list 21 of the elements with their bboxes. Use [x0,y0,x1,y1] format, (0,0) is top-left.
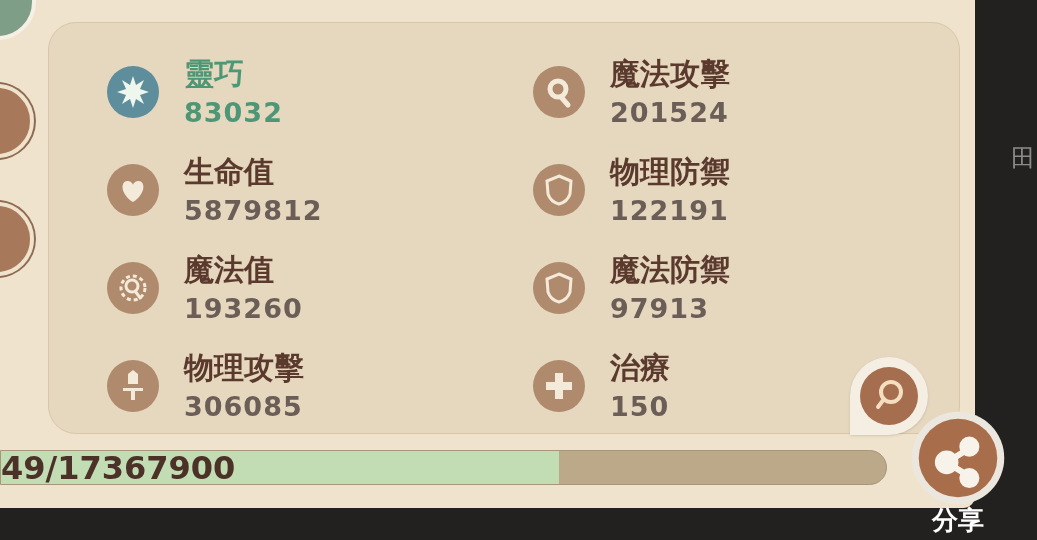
stat-value: 83032 [184,98,283,126]
stat-value: 306085 [184,392,304,420]
stat-label: 靈巧 [184,58,245,89]
stat-value: 122191 [610,196,730,224]
stat-label: 物理防禦 [610,156,730,187]
search-icon [859,366,919,426]
stat-label: 治療 [610,352,670,383]
stat-value: 5879812 [184,196,323,224]
stat-label: 魔法防禦 [610,254,730,285]
stat-label: 生命值 [184,156,275,187]
share-button[interactable]: 分享 [902,410,1014,540]
stat-value: 150 [610,392,670,420]
side-glyph: 田 [1011,143,1035,174]
stat-label: 魔法值 [184,254,275,285]
stat-value: 201524 [610,98,730,126]
stat-label: 物理攻擊 [184,352,304,383]
stat-value: 97913 [610,294,710,322]
stat-value: 193260 [184,294,303,322]
stat-label: 魔法攻擊 [610,58,730,89]
progress-reading: 49/17367900 [1,451,236,485]
share-icon [910,410,1006,506]
